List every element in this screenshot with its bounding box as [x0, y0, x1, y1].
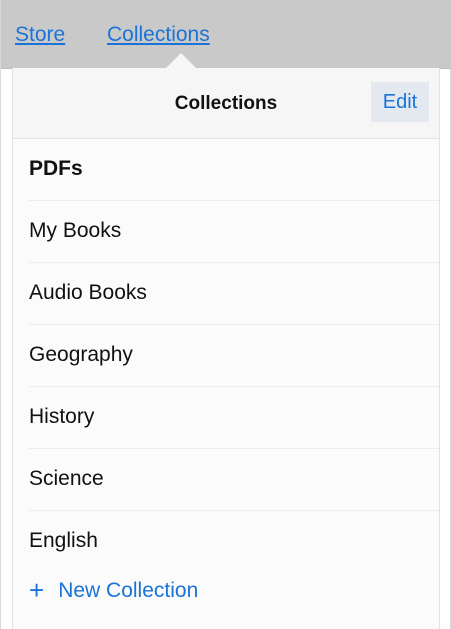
- collection-item-geography[interactable]: Geography: [29, 325, 439, 387]
- collection-item-my-books[interactable]: My Books: [29, 201, 439, 263]
- edit-button[interactable]: Edit: [371, 82, 429, 122]
- list-item-label: Audio Books: [29, 281, 147, 304]
- list-item-label: PDFs: [29, 157, 83, 180]
- list-item-label: Science: [29, 467, 104, 490]
- new-collection-label: New Collection: [58, 578, 199, 602]
- list-item-label: My Books: [29, 219, 122, 242]
- popover-arrow: [166, 53, 196, 68]
- collection-item-pdfs[interactable]: PDFs: [29, 139, 439, 201]
- plus-icon: +: [29, 575, 45, 605]
- collection-item-history[interactable]: History: [29, 387, 439, 449]
- collections-list: PDFs My Books Audio Books Geography Hist…: [13, 139, 439, 573]
- collection-item-science[interactable]: Science: [29, 449, 439, 511]
- collections-popover: Collections Edit PDFs My Books Audio Boo…: [12, 53, 440, 629]
- new-collection-button[interactable]: + New Collection: [29, 570, 198, 610]
- list-item-label: Geography: [29, 343, 133, 366]
- collections-link[interactable]: Collections: [107, 24, 210, 45]
- top-nav-bar: Store Collections: [1, 0, 451, 69]
- store-link[interactable]: Store: [15, 24, 65, 45]
- collection-item-audio-books[interactable]: Audio Books: [29, 263, 439, 325]
- list-item-label: English: [29, 529, 98, 552]
- list-item-label: History: [29, 405, 95, 428]
- app-frame: Store Collections Collections Edit PDFs …: [0, 0, 451, 629]
- popover-header: Collections Edit: [13, 68, 439, 139]
- collection-item-english[interactable]: English: [29, 511, 439, 573]
